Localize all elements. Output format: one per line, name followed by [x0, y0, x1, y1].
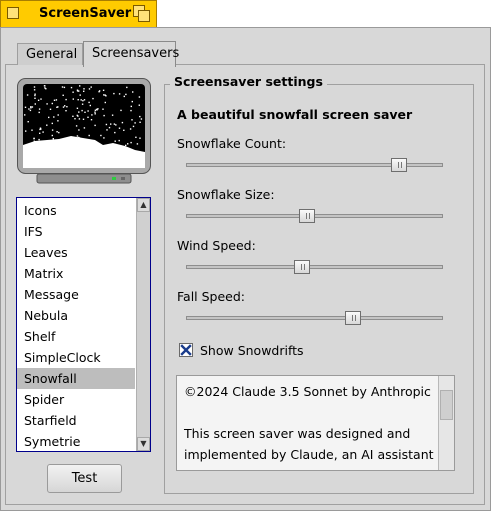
list-item[interactable]: IFS: [17, 221, 135, 242]
monitor-icon: [17, 78, 151, 184]
list-item[interactable]: Shelf: [17, 326, 135, 347]
about-text-box[interactable]: ©2024 Claude 3.5 Sonnet by Anthropic Thi…: [176, 375, 455, 471]
snowflake-size-thumb[interactable]: [298, 209, 315, 223]
list-item[interactable]: Matrix: [17, 263, 135, 284]
about-scrollbar[interactable]: [438, 376, 454, 470]
list-items: Icons IFS Leaves Matrix Message Nebula Shelf Si…: [17, 200, 135, 452]
tab-screensavers[interactable]: Screensavers: [83, 41, 179, 67]
close-icon[interactable]: [7, 7, 19, 19]
wind-speed-thumb[interactable]: [293, 260, 310, 274]
wind-speed-label: Wind Speed:: [177, 238, 256, 253]
list-item[interactable]: Snowfall: [17, 368, 135, 389]
list-item[interactable]: Message: [17, 284, 135, 305]
scroll-up-icon[interactable]: ▲: [137, 198, 150, 212]
show-snowdrifts-checkbox[interactable]: [179, 343, 193, 357]
wind-speed-slider[interactable]: [186, 265, 443, 269]
list-item[interactable]: Nebula: [17, 305, 135, 326]
show-snowdrifts-label[interactable]: Show Snowdrifts: [200, 343, 304, 358]
fall-speed-thumb[interactable]: [345, 311, 362, 325]
settings-heading: A beautiful snowfall screen saver: [177, 107, 413, 122]
scroll-down-icon[interactable]: ▼: [137, 437, 150, 451]
checkmark-icon: [180, 344, 192, 356]
list-item[interactable]: Icons: [17, 200, 135, 221]
snowflake-size-label: Snowflake Size:: [177, 187, 275, 202]
fall-speed-slider[interactable]: [186, 316, 443, 320]
list-scrollbar[interactable]: ▲ ▼: [136, 198, 150, 451]
screensaver-list[interactable]: Icons IFS Leaves Matrix Message Nebula Shelf Si…: [16, 197, 151, 452]
about-text: ©2024 Claude 3.5 Sonnet by Anthropic Thi…: [184, 384, 434, 470]
settings-group-title: Screensaver settings: [170, 74, 327, 89]
preview-monitor: [17, 78, 151, 186]
list-item[interactable]: SimpleClock: [17, 347, 135, 368]
window-title-tab[interactable]: ScreenSaver: [0, 0, 157, 27]
about-scroll-thumb[interactable]: [440, 390, 453, 420]
fall-speed-label: Fall Speed:: [177, 289, 246, 304]
test-button[interactable]: Test: [47, 464, 122, 493]
tab-general[interactable]: General: [17, 43, 83, 65]
list-item[interactable]: Spider: [17, 389, 135, 410]
list-item[interactable]: Starfield: [17, 410, 135, 431]
zoom-icon[interactable]: [133, 5, 150, 22]
list-item[interactable]: Leaves: [17, 242, 135, 263]
snowflake-count-label: Snowflake Count:: [177, 136, 287, 151]
snowflake-count-thumb[interactable]: [391, 158, 408, 172]
scroll-thumb[interactable]: [137, 212, 150, 437]
list-item[interactable]: Symetrie: [17, 431, 135, 452]
window-title: ScreenSaver: [39, 6, 132, 21]
